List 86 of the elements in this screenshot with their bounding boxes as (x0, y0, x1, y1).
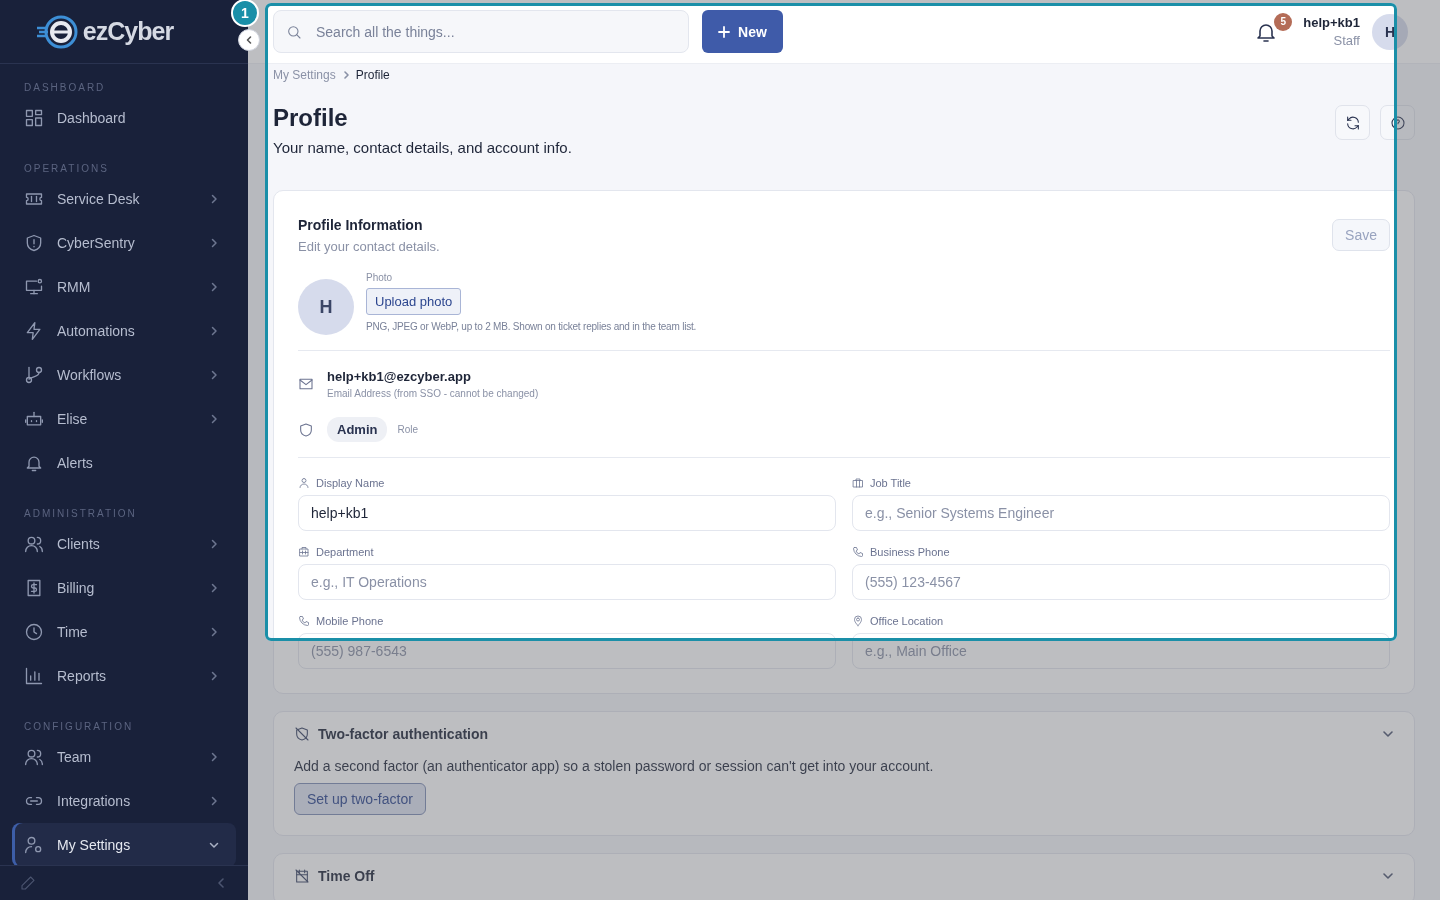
field-label: Job Title (870, 477, 911, 489)
logo-text: ezCyber (82, 17, 174, 46)
setup-two-factor-button[interactable]: Set up two-factor (294, 783, 426, 815)
sidebar-item[interactable]: Time (12, 610, 236, 654)
sidebar-item[interactable]: Billing (12, 566, 236, 610)
sidebar-item[interactable]: Integrations (12, 779, 236, 823)
section-heading: ADMINISTRATION (23, 507, 138, 521)
sidebar-item[interactable]: Team (12, 735, 236, 779)
section-heading: CONFIGURATION (23, 720, 135, 734)
phone-icon (852, 546, 864, 558)
email-caption: Email Address (from SSO - cannot be changed) (327, 388, 539, 399)
upload-photo-button[interactable]: Upload photo (366, 288, 462, 315)
monitor-icon (24, 277, 44, 297)
text-field[interactable]: e.g., Senior Systems Engineer (852, 495, 1390, 531)
page-title: Profile (273, 103, 349, 133)
breadcrumb-separator-icon (341, 71, 350, 79)
users-icon (24, 534, 44, 554)
text-field[interactable]: e.g., Main Office (852, 633, 1390, 669)
briefcase-icon (852, 477, 864, 489)
photo-hint: PNG, JPEG or WebP, up to 2 MB. Shown on ticket replies and in the team list. (366, 321, 697, 332)
user-role: Staff (1333, 33, 1360, 48)
field-label: Office Location (870, 615, 944, 627)
sidebar-item[interactable]: Clients (12, 522, 236, 566)
sidebar-item[interactable]: Service Desk (12, 177, 236, 221)
section-title: Two-factor authentication (318, 726, 490, 742)
field-label: Display Name (316, 477, 385, 489)
sidebar-item[interactable]: Alerts (12, 441, 236, 485)
person-icon (298, 477, 310, 489)
sidebar-item[interactable]: Elise (12, 397, 236, 441)
refresh-button[interactable] (1335, 105, 1370, 140)
profile-avatar: H (298, 279, 354, 335)
plus-icon (718, 25, 731, 38)
card-title: Profile Information (298, 217, 424, 233)
breadcrumb-current: Profile (355, 68, 390, 82)
new-button[interactable]: New (702, 10, 783, 53)
phone-icon (298, 615, 310, 627)
robot-icon (24, 409, 44, 429)
sidebar-item[interactable]: My Settings (12, 823, 236, 865)
location-pin-icon (852, 615, 864, 627)
text-field[interactable]: (555) 123-4567 (852, 564, 1390, 600)
search-input[interactable]: Search all the things... (314, 22, 676, 41)
page-subtitle: Your name, contact details, and account info. (273, 139, 572, 156)
chevron-left-icon (244, 35, 254, 45)
field-label: Department (316, 546, 374, 558)
refresh-icon (1344, 114, 1361, 131)
field-label: Business Phone (870, 546, 950, 558)
card-subtitle: Edit your contact details. (298, 239, 440, 254)
envelope-icon (298, 376, 314, 392)
help-icon (1389, 114, 1406, 131)
bar-chart-icon (24, 666, 44, 686)
search-bar[interactable]: Search all the things... (273, 10, 689, 53)
sidebar-item[interactable]: Reports (12, 654, 236, 698)
user-name: help+kb1 (1303, 15, 1360, 30)
sidebar-item[interactable]: Dashboard (12, 96, 236, 140)
field-label: Mobile Phone (316, 615, 384, 627)
chevron-down-icon[interactable] (1382, 728, 1394, 740)
section-heading: DASHBOARD (23, 81, 107, 95)
clock-icon (24, 622, 44, 642)
shield-off-icon (294, 726, 310, 742)
section-description: Add a second factor (an authenticator app) so a stolen password or session can't get into your account. (294, 758, 935, 774)
section-heading: OPERATIONS (23, 162, 110, 176)
text-field[interactable]: help+kb1 (298, 495, 836, 531)
collapse-icon[interactable] (216, 877, 226, 889)
bell-icon[interactable] (1257, 21, 1276, 42)
section-title: Time Off (318, 868, 376, 884)
shield-icon (298, 421, 314, 438)
calendar-off-icon (294, 868, 310, 884)
chevron-down-icon[interactable] (1382, 870, 1394, 882)
sidebar-item[interactable]: RMM (12, 265, 236, 309)
users-icon (24, 747, 44, 767)
sidebar-item[interactable]: CyberSentry (12, 221, 236, 265)
sidebar-item[interactable]: Automations (12, 309, 236, 353)
text-field[interactable]: e.g., IT Operations (298, 564, 836, 600)
role-label: Role (397, 424, 419, 435)
search-icon (286, 23, 302, 40)
building-icon (298, 546, 310, 558)
grid-icon (24, 108, 44, 128)
email-address: help+kb1@ezcyber.app (327, 369, 472, 384)
user-settings-icon (24, 835, 44, 855)
notification-badge: 5 (1274, 12, 1293, 31)
photo-label: Photo (366, 272, 393, 283)
shield-icon (24, 233, 44, 253)
branch-icon (24, 365, 44, 385)
role-badge: Admin (327, 417, 388, 442)
text-field[interactable]: (555) 987-6543 (298, 633, 836, 669)
sidebar-item[interactable]: Workflows (12, 353, 236, 397)
